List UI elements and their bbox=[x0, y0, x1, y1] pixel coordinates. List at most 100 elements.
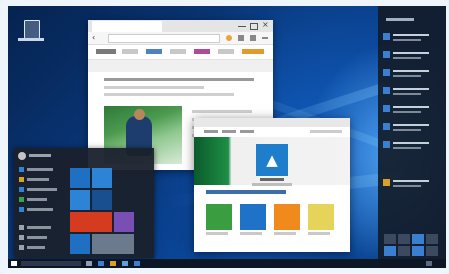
start-menu-item[interactable] bbox=[19, 196, 61, 204]
notification-title bbox=[393, 106, 429, 108]
start-menu-item-label bbox=[27, 226, 51, 229]
notification[interactable] bbox=[383, 68, 440, 82]
article-link[interactable] bbox=[192, 110, 252, 113]
file-explorer-icon[interactable] bbox=[110, 261, 116, 266]
browser-titlebar[interactable]: × bbox=[88, 20, 273, 32]
notification-icon bbox=[383, 51, 390, 58]
trash-icon bbox=[24, 20, 40, 40]
notification-icon bbox=[383, 141, 390, 148]
notification-body bbox=[393, 39, 421, 41]
recycle-bin-icon[interactable] bbox=[18, 16, 44, 46]
store-nav-link[interactable] bbox=[222, 130, 236, 133]
live-tile[interactable] bbox=[92, 168, 112, 188]
back-button[interactable]: ‹ bbox=[92, 34, 95, 42]
app-tile-label bbox=[240, 232, 262, 235]
nav-link[interactable] bbox=[242, 49, 264, 54]
app-tile[interactable] bbox=[240, 204, 266, 230]
notification-icon bbox=[383, 105, 390, 112]
notification-title bbox=[393, 142, 429, 144]
quick-action-tile[interactable] bbox=[384, 246, 396, 256]
browser-tab[interactable] bbox=[92, 21, 162, 32]
notification-icon bbox=[383, 87, 390, 94]
notification[interactable] bbox=[383, 104, 440, 118]
notification-icon bbox=[383, 123, 390, 130]
live-tile[interactable] bbox=[70, 212, 112, 232]
app-tile[interactable] bbox=[308, 204, 334, 230]
quick-action-tile[interactable] bbox=[426, 234, 438, 244]
start-menu-item[interactable] bbox=[19, 244, 61, 252]
edge-icon[interactable] bbox=[98, 261, 104, 266]
desktop[interactable]: × ‹ ▲ bbox=[8, 6, 446, 268]
notification-title bbox=[393, 34, 429, 36]
store-window[interactable]: ▲ bbox=[194, 118, 350, 252]
notification[interactable] bbox=[383, 86, 440, 100]
close-button[interactable]: × bbox=[262, 21, 270, 29]
notification-title bbox=[393, 70, 429, 72]
store-search[interactable] bbox=[310, 130, 342, 133]
mail-icon[interactable] bbox=[134, 261, 140, 266]
app-tile[interactable] bbox=[274, 204, 300, 230]
more-icon[interactable] bbox=[262, 37, 268, 39]
quick-action-tile[interactable] bbox=[384, 234, 396, 244]
app-logo-icon: ▲ bbox=[266, 150, 278, 169]
task-view-icon[interactable] bbox=[86, 261, 92, 266]
start-menu-item[interactable] bbox=[19, 176, 61, 184]
quick-action-tile[interactable] bbox=[412, 246, 424, 256]
action-center[interactable] bbox=[378, 6, 446, 268]
tray-notification-icon[interactable] bbox=[426, 261, 432, 266]
featured-app-name bbox=[260, 178, 284, 181]
notification-icon bbox=[383, 69, 390, 76]
notification[interactable] bbox=[383, 50, 440, 64]
store-titlebar[interactable] bbox=[194, 118, 350, 127]
store-nav-link[interactable] bbox=[240, 130, 254, 133]
start-menu-item[interactable] bbox=[19, 186, 61, 194]
start-menu-item[interactable] bbox=[19, 206, 61, 214]
nav-link[interactable] bbox=[218, 49, 234, 54]
start-menu-item[interactable] bbox=[19, 224, 61, 232]
live-tile[interactable] bbox=[70, 190, 90, 210]
hub-icon[interactable] bbox=[238, 35, 244, 41]
nav-link[interactable] bbox=[170, 49, 186, 54]
notification[interactable] bbox=[383, 140, 440, 154]
quick-action-tile[interactable] bbox=[412, 234, 424, 244]
taskbar-search-box[interactable] bbox=[21, 261, 81, 266]
quick-action-tile[interactable] bbox=[426, 246, 438, 256]
windows-start-icon[interactable] bbox=[11, 261, 17, 266]
notification[interactable] bbox=[383, 122, 440, 136]
maximize-button[interactable] bbox=[250, 23, 258, 30]
notification[interactable] bbox=[383, 178, 440, 192]
nav-link[interactable] bbox=[194, 49, 210, 54]
start-menu[interactable] bbox=[14, 148, 154, 258]
file-explorer-icon bbox=[19, 225, 24, 230]
start-menu-item-label bbox=[27, 236, 47, 239]
start-menu-item-label bbox=[27, 246, 45, 249]
start-menu-item-label bbox=[27, 198, 47, 201]
store-nav-link[interactable] bbox=[204, 130, 218, 133]
nav-link[interactable] bbox=[122, 49, 138, 54]
notification[interactable] bbox=[383, 32, 440, 46]
address-bar[interactable] bbox=[108, 34, 220, 43]
live-tile[interactable] bbox=[70, 168, 90, 188]
live-tile[interactable] bbox=[70, 234, 90, 254]
app-tile[interactable] bbox=[206, 204, 232, 230]
live-tile[interactable] bbox=[92, 234, 134, 254]
featured-app-caption bbox=[252, 183, 292, 186]
start-menu-item[interactable] bbox=[19, 234, 61, 242]
headline-text[interactable] bbox=[104, 78, 254, 81]
minimize-button[interactable] bbox=[238, 26, 246, 27]
live-tile[interactable] bbox=[92, 190, 112, 210]
notification-title bbox=[393, 88, 429, 90]
live-tile[interactable] bbox=[114, 212, 134, 232]
notification-icon bbox=[383, 179, 390, 186]
featured-app-tile[interactable]: ▲ bbox=[256, 144, 288, 176]
notification-body bbox=[393, 129, 421, 131]
nav-link[interactable] bbox=[96, 49, 116, 54]
start-menu-item[interactable] bbox=[19, 166, 61, 174]
favorite-icon[interactable] bbox=[226, 35, 232, 41]
quick-action-tile[interactable] bbox=[398, 246, 410, 256]
nav-link[interactable] bbox=[146, 49, 162, 54]
share-icon[interactable] bbox=[250, 35, 256, 41]
quick-action-tile[interactable] bbox=[398, 234, 410, 244]
user-avatar[interactable] bbox=[18, 152, 26, 160]
store-icon[interactable] bbox=[122, 261, 128, 266]
